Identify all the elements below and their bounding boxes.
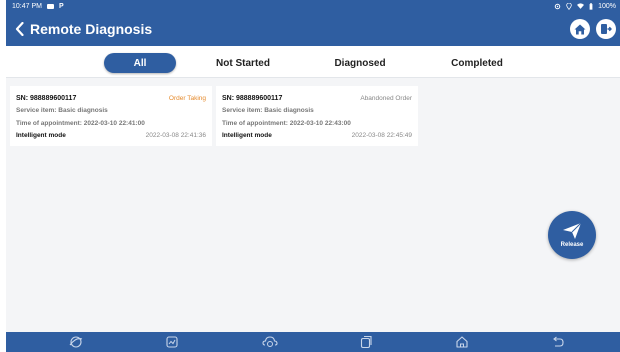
nav-back-button[interactable] xyxy=(546,334,570,350)
screenshot-icon xyxy=(166,336,178,348)
system-nav-bar xyxy=(6,332,620,352)
status-right: 100% xyxy=(554,2,616,10)
back-button[interactable] xyxy=(10,12,28,46)
parking-notification-icon: P xyxy=(58,2,64,10)
nav-home-button[interactable] xyxy=(450,334,474,350)
order-status: Order Taking xyxy=(168,94,206,102)
order-mode: Intelligent mode xyxy=(16,132,66,140)
status-time: 10:47 PM xyxy=(12,2,42,10)
vci-icon xyxy=(262,336,278,347)
order-sn: SN: 988889600117 xyxy=(222,94,283,102)
location-icon xyxy=(566,2,572,10)
order-card[interactable]: SN: 988889600117 Abandoned Order Service… xyxy=(216,86,418,146)
order-appointment: Time of appointment: 2022-03-10 22:43:00 xyxy=(222,119,351,127)
exit-button[interactable] xyxy=(596,19,616,39)
exit-icon xyxy=(601,24,612,34)
gallery-notification-icon xyxy=(46,3,54,9)
recent-apps-button[interactable] xyxy=(354,334,378,350)
order-mode: Intelligent mode xyxy=(222,132,272,140)
home-icon xyxy=(574,24,586,34)
battery-icon xyxy=(589,2,593,10)
app-window: 10:47 PM P 100% Remote Diagnosis All Not… xyxy=(6,0,620,352)
tab-not-started[interactable]: Not Started xyxy=(206,53,280,73)
order-service-item: Service item: Basic diagnosis xyxy=(222,107,314,115)
release-label: Release xyxy=(560,242,584,248)
back-icon xyxy=(553,336,564,347)
order-service-item: Service item: Basic diagnosis xyxy=(16,107,108,115)
recent-apps-icon xyxy=(360,335,372,349)
sync-icon xyxy=(554,3,561,9)
vci-button[interactable] xyxy=(258,334,282,350)
screenshot-button[interactable] xyxy=(160,334,184,350)
page-title: Remote Diagnosis xyxy=(30,21,153,37)
title-bar: Remote Diagnosis xyxy=(6,12,620,46)
back-icon xyxy=(15,22,24,36)
tab-all[interactable]: All xyxy=(104,53,176,73)
order-date: 2022-03-08 22:45:49 xyxy=(351,132,412,140)
home-button[interactable] xyxy=(570,19,590,39)
status-bar: 10:47 PM P 100% xyxy=(6,0,620,12)
filter-tabs: All Not Started Diagnosed Completed xyxy=(6,46,620,78)
release-button[interactable]: Release xyxy=(548,211,596,259)
tab-diagnosed[interactable]: Diagnosed xyxy=(322,53,398,73)
title-actions xyxy=(570,19,616,39)
browser-icon xyxy=(69,336,83,348)
home-icon xyxy=(456,336,468,348)
battery-level: 100% xyxy=(598,2,616,10)
order-sn: SN: 988889600117 xyxy=(16,94,77,102)
order-status: Abandoned Order xyxy=(360,94,412,102)
browser-button[interactable] xyxy=(64,334,88,350)
order-card[interactable]: SN: 988889600117 Order Taking Service it… xyxy=(10,86,212,146)
order-appointment: Time of appointment: 2022-03-10 22:41:00 xyxy=(16,119,145,127)
order-date: 2022-03-08 22:41:36 xyxy=(145,132,206,140)
wifi-icon xyxy=(577,3,585,9)
tab-completed[interactable]: Completed xyxy=(438,53,516,73)
status-left: 10:47 PM P xyxy=(12,3,64,10)
paper-plane-icon xyxy=(563,222,582,239)
